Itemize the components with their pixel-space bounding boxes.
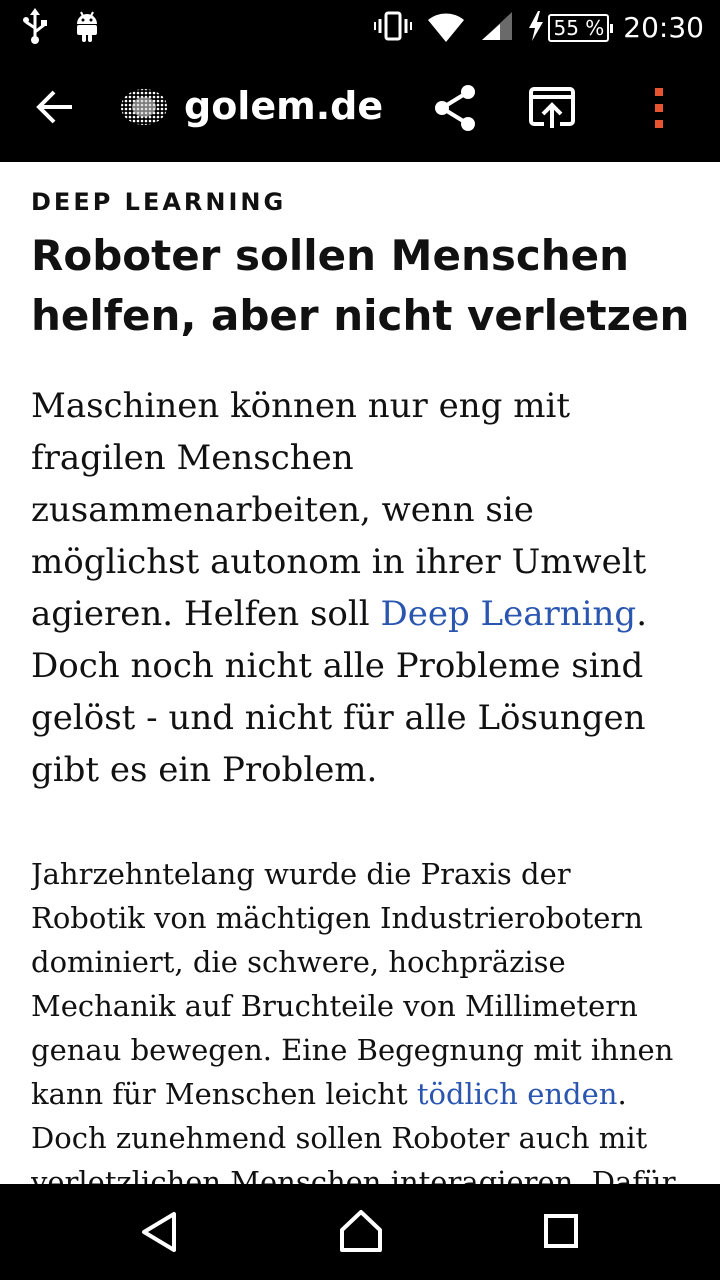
charging-icon xyxy=(528,11,544,45)
vibrate-icon xyxy=(374,8,413,48)
battery-level: 55 % xyxy=(548,14,614,42)
back-button[interactable] xyxy=(30,82,80,132)
nav-home-icon xyxy=(340,1210,382,1252)
battery-indicator: 55 % xyxy=(528,11,614,45)
status-bar: 55 % 20:30 xyxy=(0,0,720,52)
wifi-icon xyxy=(426,8,466,48)
nav-home-button[interactable] xyxy=(336,1206,386,1256)
share-button[interactable] xyxy=(430,82,482,134)
golem-logo-icon xyxy=(120,87,168,127)
nav-recents-icon xyxy=(544,1214,578,1248)
back-arrow-icon xyxy=(36,90,72,124)
deep-learning-link[interactable]: Deep Learning xyxy=(380,594,636,634)
status-time: 20:30 xyxy=(623,11,704,44)
open-in-browser-button[interactable] xyxy=(526,82,578,134)
share-icon xyxy=(435,85,475,131)
navigation-bar xyxy=(0,1184,720,1280)
overflow-menu-icon xyxy=(655,88,663,128)
article-content[interactable]: DEEP LEARNING Roboter sollen Menschen he… xyxy=(31,162,691,1184)
article-body: Jahrzehntelang wurde die Praxis der Robo… xyxy=(31,852,691,1184)
app-bar: golem.de xyxy=(0,52,720,162)
article-lead: Maschinen können nur eng mit fragilen Me… xyxy=(31,380,691,796)
article-headline: Roboter sollen Menschen helfen, aber nic… xyxy=(31,231,690,340)
site-title: golem.de xyxy=(184,84,384,128)
usb-icon xyxy=(20,8,50,48)
nav-recents-button[interactable] xyxy=(538,1208,584,1254)
body-text-before: Jahrzehntelang wurde die Praxis der Robo… xyxy=(31,857,674,1111)
article-kicker: DEEP LEARNING xyxy=(31,188,287,216)
toedlich-enden-link[interactable]: tödlich enden xyxy=(417,1077,618,1111)
signal-icon xyxy=(480,8,514,48)
nav-back-icon xyxy=(142,1212,176,1252)
nav-back-button[interactable] xyxy=(136,1208,184,1256)
open-in-browser-icon xyxy=(529,87,575,128)
overflow-menu-button[interactable] xyxy=(640,82,680,134)
android-debug-icon xyxy=(72,8,102,48)
